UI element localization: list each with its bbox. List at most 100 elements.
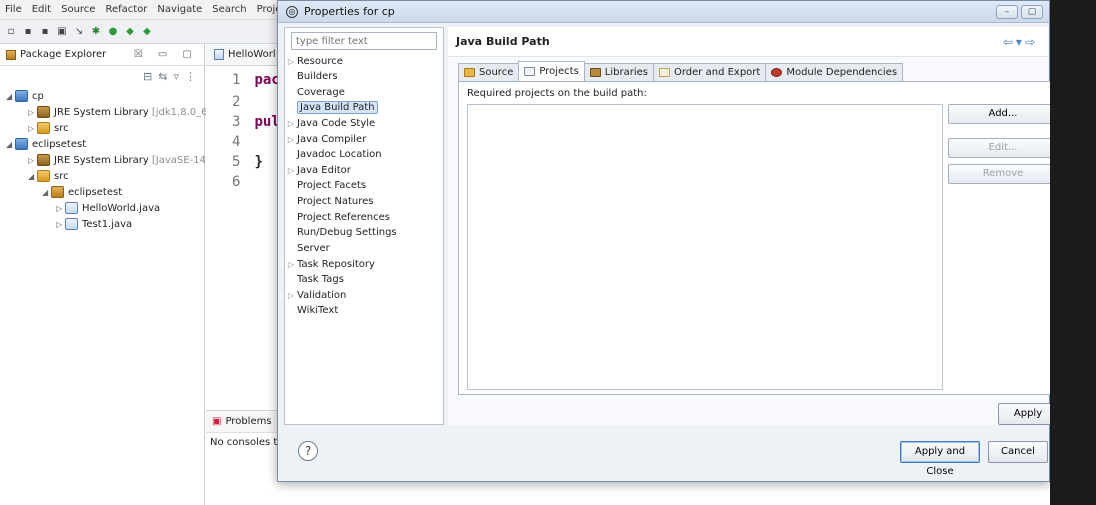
minimize-icon[interactable]: – bbox=[996, 4, 1018, 19]
expand-arrow-icon[interactable]: ▷ bbox=[56, 220, 65, 229]
skip-breakpoints-icon[interactable]: ↘ bbox=[72, 25, 86, 39]
nav-item-server[interactable]: Server bbox=[285, 241, 330, 256]
tree-item-project-cp[interactable]: ◢ cp bbox=[6, 88, 44, 104]
run-icon[interactable]: ● bbox=[106, 25, 120, 39]
back-forward-icon[interactable]: ⇦▾⇨ bbox=[1003, 35, 1038, 49]
menu-edit[interactable]: Edit bbox=[27, 4, 56, 15]
expand-arrow-icon[interactable]: ▷ bbox=[28, 156, 37, 165]
tree-item-jre-library[interactable]: ▷ JRE System Library [JavaSE-14] bbox=[28, 152, 210, 168]
expand-arrow-icon[interactable]: ▷ bbox=[285, 119, 297, 128]
tree-item-jre-library[interactable]: ▷ JRE System Library [jdk1.8.0_65] bbox=[28, 104, 218, 120]
tree-item-src-folder[interactable]: ◢ src bbox=[28, 168, 69, 184]
help-icon[interactable]: ? bbox=[298, 441, 318, 461]
collapse-arrow-icon[interactable]: ◢ bbox=[6, 92, 15, 101]
edit-button[interactable]: Edit... bbox=[948, 138, 1058, 158]
nav-item-wikitext[interactable]: WikiText bbox=[285, 303, 338, 318]
code-line[interactable]: 2 bbox=[206, 94, 254, 110]
page-title: Java Build Path bbox=[456, 35, 550, 48]
expand-arrow-icon[interactable]: ▷ bbox=[285, 260, 297, 269]
external-tools-icon[interactable]: ◆ bbox=[140, 25, 154, 39]
save-icon[interactable]: ▪ bbox=[21, 25, 35, 39]
tree-item-package[interactable]: ◢ eclipsetest bbox=[42, 184, 122, 200]
nav-item-label: Builders bbox=[297, 71, 338, 82]
code-line[interactable]: 5} bbox=[206, 154, 263, 170]
package-icon bbox=[51, 186, 64, 198]
order-icon bbox=[659, 68, 670, 77]
nav-item-javadoc-location[interactable]: Javadoc Location bbox=[285, 147, 382, 162]
nav-item-java-editor[interactable]: ▷ Java Editor bbox=[285, 163, 351, 178]
save-all-icon[interactable]: ▪ bbox=[38, 25, 52, 39]
collapse-arrow-icon[interactable]: ◢ bbox=[6, 140, 15, 149]
expand-arrow-icon[interactable]: ▷ bbox=[285, 57, 297, 66]
library-icon bbox=[589, 68, 601, 77]
nav-item-builders[interactable]: Builders bbox=[285, 69, 338, 84]
nav-item-task-repository[interactable]: ▷ Task Repository bbox=[285, 257, 375, 272]
nav-item-label: Project References bbox=[297, 212, 390, 223]
tree-item-java-file[interactable]: ▷ Test1.java bbox=[56, 216, 132, 232]
menu-source[interactable]: Source bbox=[56, 4, 100, 15]
tab-source[interactable]: Source bbox=[458, 63, 520, 81]
nav-item-java-compiler[interactable]: ▷ Java Compiler bbox=[285, 132, 366, 147]
nav-item-task-tags[interactable]: Task Tags bbox=[285, 272, 344, 287]
nav-item-project-facets[interactable]: Project Facets bbox=[285, 178, 366, 193]
apply-and-close-button[interactable]: Apply and Close bbox=[900, 441, 980, 477]
maximize-icon[interactable]: ▢ bbox=[1021, 4, 1043, 19]
tab-projects[interactable]: Projects bbox=[518, 61, 585, 81]
code-line[interactable]: 6 bbox=[206, 174, 254, 190]
tree-item-java-file[interactable]: ▷ HelloWorld.java bbox=[56, 200, 160, 216]
code-line[interactable]: 3 pul bbox=[206, 114, 280, 130]
collapse-arrow-icon[interactable]: ◢ bbox=[28, 172, 37, 181]
filter-icon[interactable]: ▿ bbox=[173, 70, 179, 83]
dialog-title-bar[interactable]: ◎ Properties for cp – ▢ bbox=[278, 1, 1049, 23]
menu-navigate[interactable]: Navigate bbox=[152, 4, 207, 15]
nav-item-java-build-path[interactable]: Java Build Path bbox=[285, 100, 378, 115]
expand-arrow-icon[interactable]: ▷ bbox=[28, 108, 37, 117]
editor-tab[interactable]: HelloWorl bbox=[206, 44, 286, 66]
terminal-icon[interactable]: ▣ bbox=[55, 25, 69, 39]
menu-search[interactable]: Search bbox=[207, 4, 251, 15]
collapse-all-icon[interactable]: ⊟ bbox=[143, 70, 152, 83]
filter-input[interactable] bbox=[291, 32, 437, 50]
nav-item-resource[interactable]: ▷ Resource bbox=[285, 54, 343, 69]
tab-module-dependencies[interactable]: Module Dependencies bbox=[765, 63, 904, 81]
package-explorer-title[interactable]: Package Explorer bbox=[20, 49, 106, 60]
library-icon bbox=[37, 106, 50, 118]
package-explorer-toolbar: ⊟ ⇆ ▿ ⋮ bbox=[0, 66, 204, 86]
nav-item-validation[interactable]: ▷ Validation bbox=[285, 288, 346, 303]
add-button[interactable]: Add... bbox=[948, 104, 1058, 124]
coverage-icon[interactable]: ◆ bbox=[123, 25, 137, 39]
tab-libraries[interactable]: Libraries bbox=[583, 63, 654, 81]
nav-item-coverage[interactable]: Coverage bbox=[285, 85, 345, 100]
tree-item-project-eclipsetest[interactable]: ◢ eclipsetest bbox=[6, 136, 86, 152]
tab-order-and-export[interactable]: Order and Export bbox=[653, 63, 767, 81]
nav-item-project-references[interactable]: Project References bbox=[285, 210, 390, 225]
new-icon[interactable]: ▫ bbox=[4, 25, 18, 39]
link-editor-icon[interactable]: ⇆ bbox=[158, 70, 167, 83]
code-line[interactable]: 4 bbox=[206, 134, 254, 150]
nav-item-run-debug-settings[interactable]: Run/Debug Settings bbox=[285, 225, 397, 240]
remove-button[interactable]: Remove bbox=[948, 164, 1058, 184]
expand-arrow-icon[interactable]: ▷ bbox=[285, 135, 297, 144]
tree-item-label: cp bbox=[32, 90, 44, 102]
menu-refactor[interactable]: Refactor bbox=[100, 4, 152, 15]
expand-arrow-icon[interactable]: ▷ bbox=[28, 124, 37, 133]
apply-button[interactable]: Apply bbox=[998, 403, 1058, 425]
code-line[interactable]: 1 pac bbox=[206, 72, 280, 88]
required-projects-label: Required projects on the build path: bbox=[467, 88, 647, 99]
tree-item-src-folder[interactable]: ▷ src bbox=[28, 120, 69, 136]
view-controls[interactable]: ☒ ▭ ▢ bbox=[134, 49, 198, 60]
nav-item-java-code-style[interactable]: ▷ Java Code Style bbox=[285, 116, 375, 131]
expand-arrow-icon[interactable]: ▷ bbox=[285, 166, 297, 175]
cancel-button[interactable]: Cancel bbox=[988, 441, 1048, 463]
expand-arrow-icon[interactable]: ▷ bbox=[285, 291, 297, 300]
nav-item-project-natures[interactable]: Project Natures bbox=[285, 194, 374, 209]
required-projects-list[interactable] bbox=[467, 104, 943, 390]
collapse-arrow-icon[interactable]: ◢ bbox=[42, 188, 51, 197]
problems-tab[interactable]: ▣ Problems bbox=[206, 411, 286, 433]
menu-file[interactable]: File bbox=[0, 4, 27, 15]
nav-item-label: Run/Debug Settings bbox=[297, 227, 397, 238]
tree-item-label: eclipsetest bbox=[32, 138, 87, 150]
expand-arrow-icon[interactable]: ▷ bbox=[56, 204, 65, 213]
view-menu-icon[interactable]: ⋮ bbox=[185, 70, 196, 83]
debug-icon[interactable]: ✱ bbox=[89, 25, 103, 39]
